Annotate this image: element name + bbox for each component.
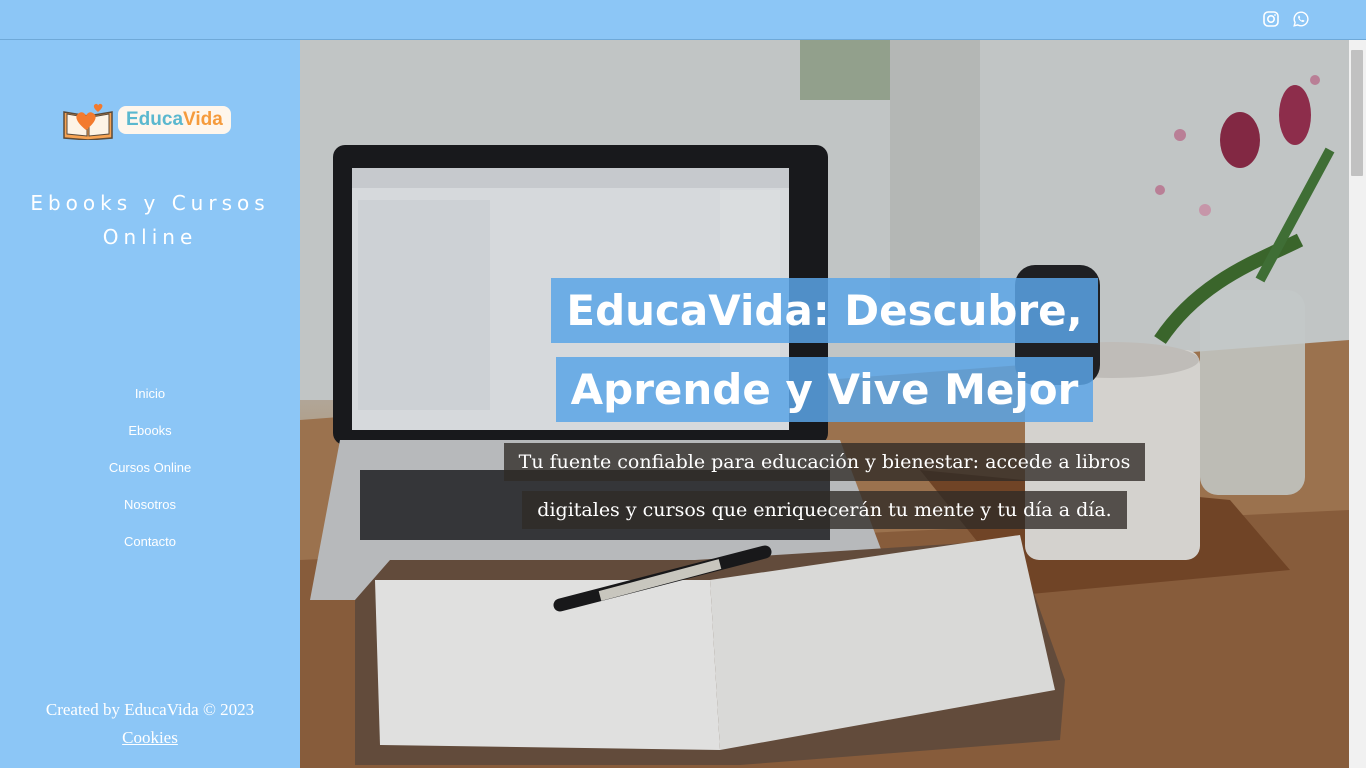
nav-link-cursos-online[interactable]: Cursos Online [103, 458, 197, 477]
logo-text-part1: Educa [126, 109, 184, 130]
nav-link-contacto[interactable]: Contacto [118, 532, 182, 551]
nav-item-cursos-online: Cursos Online [0, 458, 300, 495]
cookies-link[interactable]: Cookies [122, 728, 178, 747]
logo-text: EducaVida [118, 106, 231, 134]
social-icons [1263, 11, 1309, 27]
hero-subtitle: Tu fuente confiable para educación y bie… [300, 443, 1349, 539]
top-bar [0, 0, 1366, 40]
tagline-line-1: Ebooks y Cursos [30, 191, 270, 215]
hero-title-line-1: EducaVida: Descubre, [551, 278, 1098, 343]
scrollbar-thumb[interactable] [1351, 50, 1363, 176]
hero-title-line-2: Aprende y Vive Mejor [555, 357, 1094, 422]
sidebar: EducaVida Ebooks y Cursos Online Inicio … [0, 40, 300, 768]
nav-link-nosotros[interactable]: Nosotros [118, 495, 182, 514]
tagline-line-2: Online [102, 225, 198, 249]
hero-section: EducaVida: Descubre, Aprende y Vive Mejo… [300, 40, 1349, 768]
nav-link-inicio[interactable]: Inicio [129, 384, 171, 403]
nav-link-ebooks[interactable]: Ebooks [122, 421, 177, 440]
credit-text: Created by EducaVida © 2023 [45, 700, 255, 719]
hero-subtitle-line-1: Tu fuente confiable para educación y bie… [503, 443, 1146, 481]
whatsapp-icon[interactable] [1293, 11, 1309, 27]
footer-credit: Created by EducaVida © 2023 Cookies [0, 696, 300, 752]
nav-item-inicio: Inicio [0, 384, 300, 421]
hero-title: EducaVida: Descubre, Aprende y Vive Mejo… [300, 278, 1349, 436]
main-nav: Inicio Ebooks Cursos Online Nosotros Con… [0, 384, 300, 569]
instagram-icon[interactable] [1263, 11, 1279, 27]
nav-item-contacto: Contacto [0, 532, 300, 569]
nav-item-ebooks: Ebooks [0, 421, 300, 458]
site-logo[interactable]: EducaVida [62, 100, 231, 140]
hero-subtitle-line-2: digitales y cursos que enriquecerán tu m… [522, 491, 1127, 529]
logo-text-part2: Vida [183, 109, 223, 130]
nav-item-nosotros: Nosotros [0, 495, 300, 532]
scrollbar[interactable] [1349, 40, 1366, 768]
book-heart-icon [63, 103, 113, 140]
site-tagline: Ebooks y Cursos Online [0, 186, 300, 254]
